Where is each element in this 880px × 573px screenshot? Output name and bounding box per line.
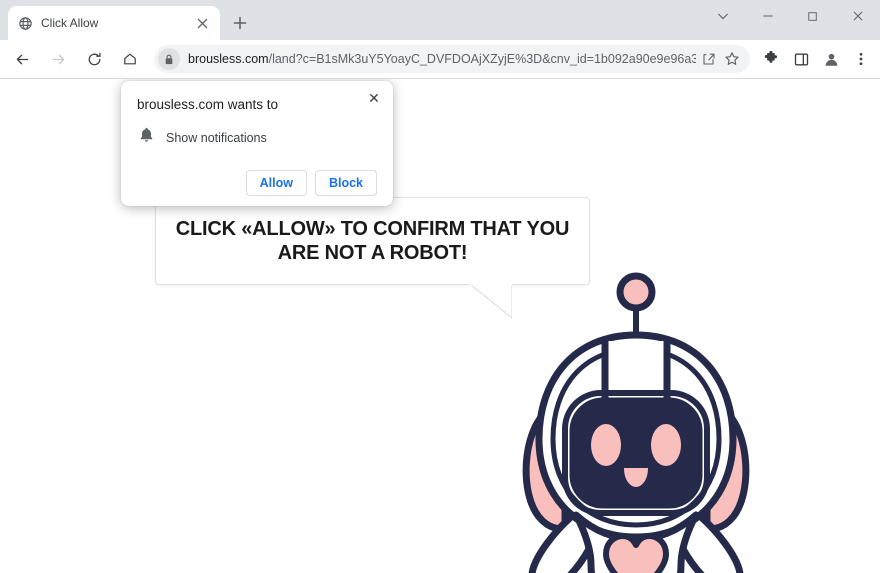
- lock-icon[interactable]: [158, 48, 180, 70]
- close-button[interactable]: [835, 0, 880, 32]
- url-domain: brousless.com: [188, 52, 269, 66]
- browser-window: Click Allow brousless.com/land?c=B1sMk3u…: [0, 0, 880, 573]
- block-button[interactable]: Block: [314, 170, 377, 196]
- tab-search-button[interactable]: [700, 0, 745, 32]
- share-icon[interactable]: [696, 47, 720, 71]
- popup-close-icon[interactable]: ✕: [365, 89, 383, 107]
- speech-bubble-line-2: ARE NOT A ROBOT!: [277, 242, 468, 264]
- speech-bubble-line-1: CLICK «ALLOW» TO CONFIRM THAT YOU: [175, 218, 570, 240]
- permission-label: Show notifications: [166, 130, 267, 145]
- popup-actions: Allow Block: [137, 170, 377, 196]
- allow-button[interactable]: Allow: [245, 170, 307, 196]
- robot-mascot: [522, 272, 750, 573]
- side-panel-icon[interactable]: [786, 44, 816, 74]
- notification-permission-popup: ✕ brousless.com wants to Show notificati…: [121, 81, 393, 206]
- extensions-icon[interactable]: [756, 44, 786, 74]
- speech-bubble-tail: [470, 284, 512, 319]
- maximize-button[interactable]: [790, 0, 835, 32]
- url-display: brousless.com/land?c=B1sMk3uY5YoayC_DVFD…: [188, 52, 696, 66]
- bell-icon: [139, 127, 154, 148]
- page-content: CLICK «ALLOW» TO CONFIRM THAT YOU ARE NO…: [0, 78, 880, 573]
- tab-title: Click Allow: [41, 16, 99, 30]
- speech-bubble: CLICK «ALLOW» TO CONFIRM THAT YOU ARE NO…: [155, 197, 590, 285]
- popup-title: brousless.com wants to: [137, 97, 279, 112]
- minimize-button[interactable]: [745, 0, 790, 32]
- browser-toolbar: brousless.com/land?c=B1sMk3uY5YoayC_DVFD…: [0, 40, 880, 78]
- profile-avatar[interactable]: [816, 44, 846, 74]
- back-button[interactable]: [6, 43, 38, 75]
- reload-button[interactable]: [78, 43, 110, 75]
- tab-close-icon[interactable]: [193, 14, 211, 32]
- new-tab-button[interactable]: [226, 9, 254, 37]
- browser-tab[interactable]: Click Allow: [8, 6, 220, 40]
- window-controls: [700, 0, 880, 32]
- forward-button[interactable]: [42, 43, 74, 75]
- bookmark-star-icon[interactable]: [720, 47, 744, 71]
- speech-bubble-text: CLICK «ALLOW» TO CONFIRM THAT YOU ARE NO…: [160, 217, 585, 265]
- tab-strip: Click Allow: [0, 0, 880, 40]
- permission-row: Show notifications: [137, 127, 377, 148]
- home-button[interactable]: [114, 43, 146, 75]
- chrome-menu-icon[interactable]: [846, 44, 876, 74]
- url-path: /land?c=B1sMk3uY5YoayC_DVFDOAjXZyjE%3D&c…: [268, 52, 696, 66]
- address-bar[interactable]: brousless.com/land?c=B1sMk3uY5YoayC_DVFD…: [154, 45, 750, 73]
- globe-icon: [17, 15, 33, 31]
